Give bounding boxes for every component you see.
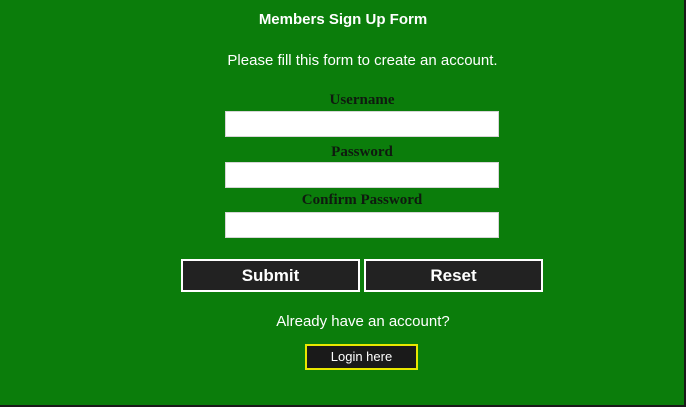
password-input[interactable] xyxy=(225,162,499,188)
confirm-password-label: Confirm Password xyxy=(301,192,423,208)
account-prompt: Already have an account? xyxy=(276,313,450,330)
form-title: Members Sign Up Form xyxy=(258,11,428,28)
signup-panel: Members Sign Up Form Please fill this fo… xyxy=(0,0,686,407)
reset-button[interactable]: Reset xyxy=(364,259,543,292)
username-label: Username xyxy=(329,92,395,108)
confirm-password-input[interactable] xyxy=(225,212,499,238)
login-link[interactable]: Login here xyxy=(305,344,418,370)
submit-button[interactable]: Submit xyxy=(181,259,360,292)
page: Members Sign Up Form Please fill this fo… xyxy=(0,0,694,415)
username-input[interactable] xyxy=(225,111,499,137)
form-instructions: Please fill this form to create an accou… xyxy=(227,52,498,69)
password-label: Password xyxy=(331,144,393,160)
